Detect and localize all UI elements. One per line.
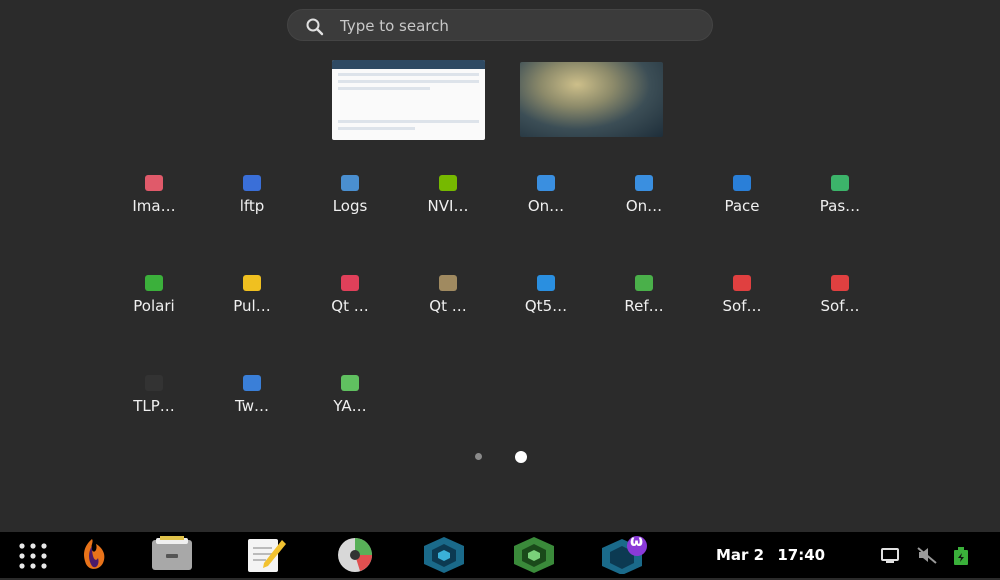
app-tile[interactable]: lftp (203, 165, 301, 255)
app-label: TLP… (133, 397, 175, 415)
app-tile[interactable]: Polari (105, 265, 203, 355)
clock-date: Mar 2 (716, 546, 765, 564)
image-viewer-icon (145, 175, 163, 191)
app-tile[interactable]: Logs (301, 165, 399, 255)
app-tile[interactable]: NVI… (399, 165, 497, 255)
page-indicator-2[interactable] (515, 451, 527, 463)
app-tile[interactable]: On… (595, 165, 693, 255)
software-icon (733, 275, 751, 291)
firefox-icon[interactable] (76, 536, 108, 574)
app-tile[interactable]: Sof… (693, 265, 791, 355)
hexagon-green-app-icon[interactable] (510, 536, 558, 574)
qt-linguist-icon (439, 275, 457, 291)
yad-icon (341, 375, 359, 391)
search-input[interactable] (338, 14, 702, 38)
tweaks-icon (243, 375, 261, 391)
qt5-icon (537, 275, 555, 291)
pace-icon (733, 175, 751, 191)
onboard-icon (537, 175, 555, 191)
screen-icon[interactable] (880, 546, 900, 564)
page-indicator-1[interactable] (475, 453, 482, 460)
app-tile[interactable]: Sof… (791, 265, 889, 355)
app-tile[interactable]: Pul… (203, 265, 301, 355)
pulseaudio-icon (243, 275, 261, 291)
refresh-cloud-icon (635, 275, 653, 291)
app-tile[interactable]: YA… (301, 365, 399, 455)
app-tile[interactable]: Ima… (105, 165, 203, 255)
software-properties-icon (831, 275, 849, 291)
app-label: Qt … (429, 297, 467, 315)
app-label: Polari (133, 297, 175, 315)
search-icon (306, 18, 324, 36)
files-icon[interactable] (150, 536, 194, 574)
app-tile[interactable]: Qt … (301, 265, 399, 355)
hexagon-app-icon[interactable] (420, 536, 468, 574)
app-tile[interactable]: Pas… (791, 165, 889, 255)
app-tile[interactable]: Pace (693, 165, 791, 255)
app-tile[interactable]: Qt … (399, 265, 497, 355)
nvidia-icon (439, 175, 457, 191)
password-icon (831, 175, 849, 191)
app-tile[interactable]: TLP… (105, 365, 203, 455)
app-label: Pas… (819, 197, 861, 215)
clock[interactable]: Mar 2 17:40 (716, 546, 833, 564)
app-label: Qt … (331, 297, 369, 315)
window-thumbnail-app[interactable] (332, 60, 485, 140)
app-label: Tw… (235, 397, 269, 415)
search-bar[interactable] (287, 9, 713, 41)
mute-icon[interactable] (916, 546, 938, 564)
hexagon-badge-app-icon[interactable] (598, 536, 652, 574)
logs-icon (341, 175, 359, 191)
battery-icon[interactable] (952, 546, 970, 566)
app-label: Logs (332, 197, 368, 215)
clock-time: 17:40 (777, 546, 826, 564)
app-label: Pul… (233, 297, 271, 315)
ftp-icon (243, 175, 261, 191)
app-grid-icon[interactable] (18, 542, 52, 580)
app-label: YA… (333, 397, 367, 415)
notification-badge: ω (630, 532, 644, 550)
app-label: Sof… (722, 297, 762, 315)
disk-usage-icon[interactable] (332, 536, 378, 574)
dock: ω Mar 2 17:40 (0, 532, 1000, 578)
app-tile[interactable]: On… (497, 165, 595, 255)
onboard-settings-icon (635, 175, 653, 191)
text-editor-icon[interactable] (244, 536, 288, 574)
app-label: On… (625, 197, 663, 215)
tlp-icon (145, 375, 163, 391)
app-label: NVI… (427, 197, 469, 215)
app-label: Ima… (132, 197, 176, 215)
app-label: Qt5… (524, 297, 568, 315)
qt-designer-icon (341, 275, 359, 291)
window-thumbnail-image[interactable] (520, 62, 663, 137)
app-tile[interactable]: Qt5… (497, 265, 595, 355)
app-tile[interactable]: Ref… (595, 265, 693, 355)
app-label: Ref… (624, 297, 664, 315)
app-label: On… (527, 197, 565, 215)
app-label: Sof… (820, 297, 860, 315)
app-tile[interactable]: Tw… (203, 365, 301, 455)
app-label: Pace (724, 197, 760, 215)
app-label: lftp (239, 197, 265, 215)
polari-icon (145, 275, 163, 291)
